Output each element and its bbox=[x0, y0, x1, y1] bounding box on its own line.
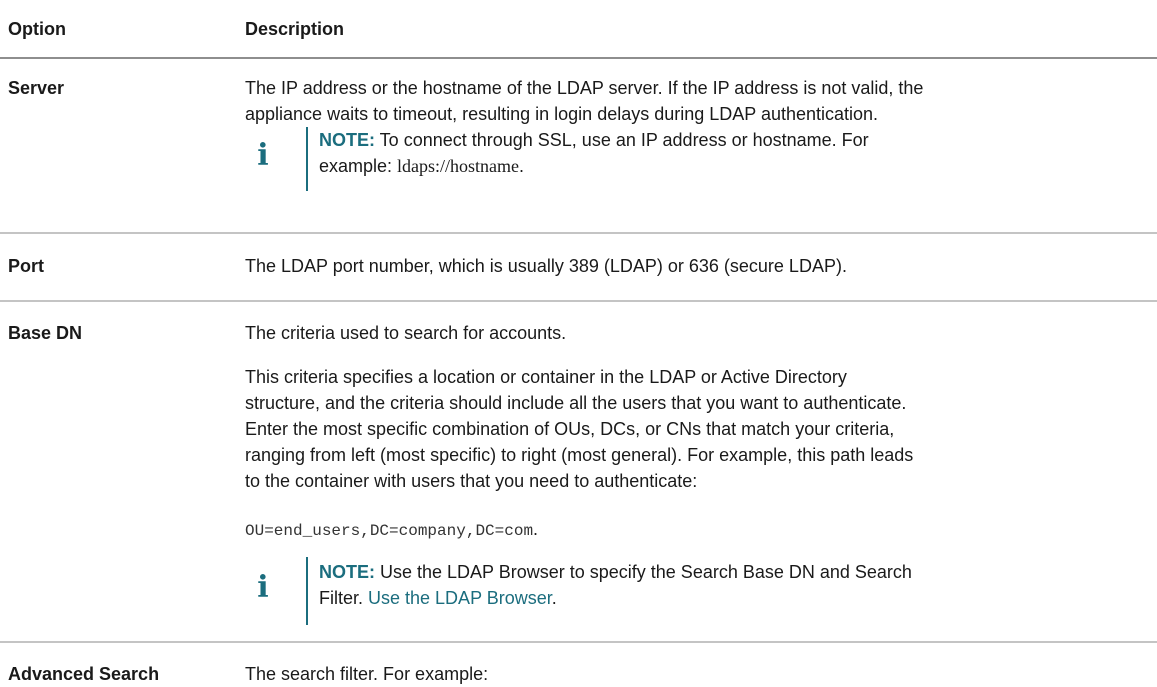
note-text: To connect through SSL, use an IP addres… bbox=[375, 130, 869, 150]
note-code: ldaps://hostname bbox=[397, 156, 520, 176]
note-bar bbox=[306, 557, 308, 625]
base-dn-desc-line: structure, and the criteria should inclu… bbox=[245, 393, 907, 413]
row-divider bbox=[0, 641, 1157, 643]
base-dn-desc-p2: This criteria specifies a location or co… bbox=[245, 364, 1150, 494]
column-header-description: Description bbox=[245, 19, 345, 39]
server-description: The IP address or the hostname of the LD… bbox=[245, 75, 1150, 127]
row-divider bbox=[0, 232, 1157, 234]
base-dn-desc-p1: The criteria used to search for accounts… bbox=[245, 323, 567, 343]
note-text: . bbox=[519, 156, 525, 176]
port-description: The LDAP port number, which is usually 3… bbox=[245, 256, 847, 276]
note-text: . bbox=[551, 588, 557, 608]
base-dn-desc-line: to the container with users that you nee… bbox=[245, 471, 698, 491]
info-icon: i bbox=[257, 138, 269, 173]
info-icon: i bbox=[257, 570, 269, 605]
note-bar bbox=[306, 127, 308, 191]
server-desc-line: appliance waits to timeout, resulting in… bbox=[245, 104, 879, 124]
base-dn-desc-line: This criteria specifies a location or co… bbox=[245, 367, 847, 387]
base-dn-desc-line: Enter the most specific combination of O… bbox=[245, 419, 895, 439]
option-server: Server bbox=[8, 78, 65, 98]
example-suffix: . bbox=[533, 519, 539, 539]
ldap-browser-link[interactable]: Use the LDAP Browser bbox=[368, 588, 552, 608]
note-label: NOTE: bbox=[319, 562, 375, 582]
example-code: OU=end_users,DC=company,DC=com bbox=[245, 522, 534, 540]
note-text: example: bbox=[319, 156, 398, 176]
server-note: NOTE: To connect through SSL, use an IP … bbox=[319, 127, 1139, 179]
note-text: Use the LDAP Browser to specify the Sear… bbox=[375, 562, 912, 582]
note-text: Filter. bbox=[319, 588, 369, 608]
row-divider bbox=[0, 300, 1157, 302]
header-divider bbox=[0, 57, 1157, 59]
base-dn-desc-line: ranging from left (most specific) to rig… bbox=[245, 445, 914, 465]
option-base-dn: Base DN bbox=[8, 323, 83, 343]
column-header-option: Option bbox=[8, 19, 66, 39]
note-label: NOTE: bbox=[319, 130, 375, 150]
server-desc-line: The IP address or the hostname of the LD… bbox=[245, 78, 924, 98]
option-port: Port bbox=[8, 256, 44, 276]
option-advanced-search: Advanced Search bbox=[8, 664, 160, 684]
base-dn-note: NOTE: Use the LDAP Browser to specify th… bbox=[319, 559, 1139, 611]
base-dn-example: OU=end_users,DC=company,DC=com. bbox=[245, 516, 1150, 544]
advanced-search-description: The search filter. For example: bbox=[245, 664, 489, 684]
